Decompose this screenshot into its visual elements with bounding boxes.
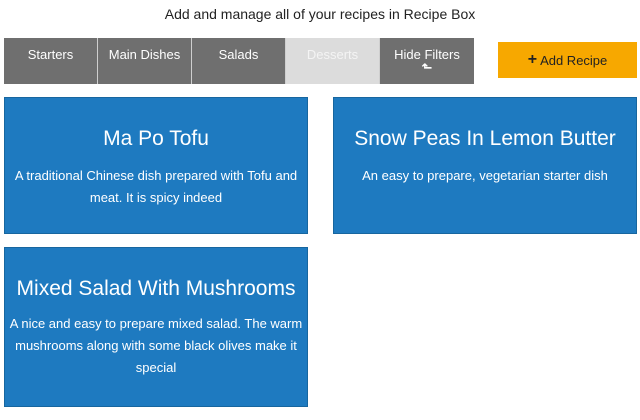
filter-desserts-button[interactable]: Desserts [286, 38, 380, 84]
recipe-card[interactable]: Mixed Salad With Mushrooms A nice and ea… [4, 247, 308, 407]
recipe-card[interactable]: Snow Peas In Lemon Butter An easy to pre… [333, 97, 637, 234]
recipe-title: Ma Po Tofu [103, 127, 209, 150]
recipe-description: A nice and easy to prepare mixed salad. … [9, 316, 303, 375]
plus-icon: + [527, 51, 538, 68]
arrow-up-icon: ⬑ [421, 60, 433, 75]
page-tagline: Add and manage all of your recipes in Re… [164, 6, 476, 22]
filter-bar: Starters Main Dishes Salads Desserts Hid… [4, 38, 474, 84]
recipe-description: An easy to prepare, vegetarian starter d… [362, 168, 608, 183]
filter-salads-button[interactable]: Salads [192, 38, 286, 84]
recipe-title: Snow Peas In Lemon Butter [354, 127, 616, 150]
filter-salads-label: Salads [218, 47, 259, 62]
recipe-title: Mixed Salad With Mushrooms [16, 277, 296, 300]
filter-starters-button[interactable]: Starters [4, 38, 98, 84]
filter-desserts-label: Desserts [306, 47, 359, 62]
add-recipe-button[interactable]: + Add Recipe [498, 42, 637, 78]
filter-starters-label: Starters [27, 47, 74, 62]
recipe-description: A traditional Chinese dish prepared with… [14, 168, 298, 205]
recipe-box-app: Add and manage all of your recipes in Re… [0, 0, 640, 420]
add-recipe-label: Add Recipe [540, 52, 608, 68]
hide-filters-button[interactable]: Hide Filters ⬑ [380, 38, 474, 84]
filter-main-dishes-label: Main Dishes [108, 47, 181, 62]
recipe-card[interactable]: Ma Po Tofu A traditional Chinese dish pr… [4, 97, 308, 234]
filter-main-dishes-button[interactable]: Main Dishes [98, 38, 192, 84]
